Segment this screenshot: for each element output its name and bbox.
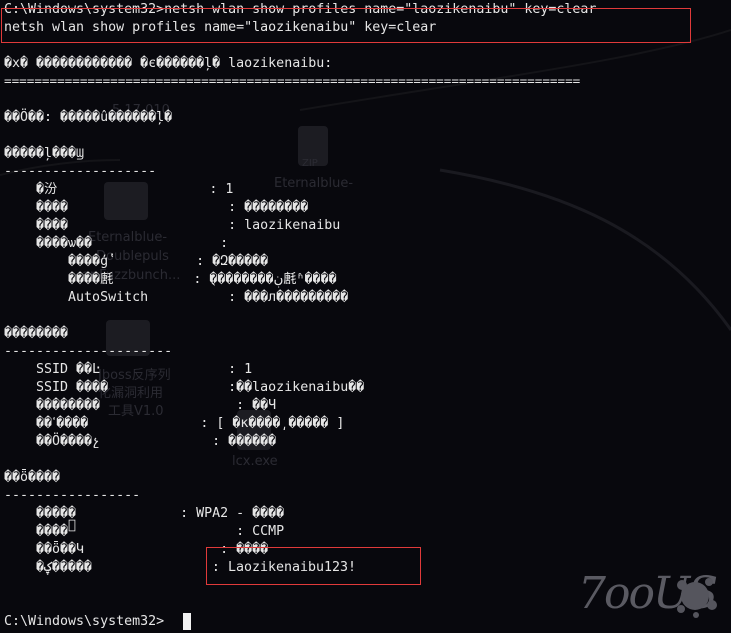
section-divider: --------------------- — [4, 344, 173, 359]
ssid-count-line: SSID ��Ŀ : 1 — [4, 362, 253, 377]
command-highlight-box — [1, 8, 691, 43]
profile-header-line: �х� ������������ �є������ļ� laozikenaibu… — [4, 56, 333, 71]
applied-line: ��Ӧ��: �����û������ļ� — [4, 110, 173, 125]
autoswitch-line: AutoSwitch : ���л��������� — [4, 290, 349, 305]
version-line: �汾 : 1 — [4, 182, 234, 197]
ssid-name-line: SSID ���� :��laozikenaibu�� — [4, 380, 365, 395]
section-divider: ------------------- — [4, 164, 157, 179]
text-cursor — [183, 613, 191, 630]
vendor-extension-line: ��Ӧ����չ : ������ — [4, 434, 277, 449]
radio-type-line: ��ߵ���� : [ �κ����͵����� ] — [4, 416, 345, 431]
network-type-line: �������� : ��Ч — [4, 398, 277, 413]
section-heading-connectivity: �������� — [4, 326, 69, 341]
type-line: ���� : �������� — [4, 200, 309, 215]
command-prompt[interactable]: C:\Windows\system32> — [4, 613, 164, 631]
command-prompt-console[interactable]: C:\Windows\system32>netsh wlan show prof… — [0, 0, 731, 633]
password-highlight-box — [206, 547, 421, 585]
authentication-line: �����֤ : WPA2 - ���� — [4, 506, 285, 521]
ink-splash-icon — [677, 578, 717, 618]
separator-line: ========================================… — [4, 73, 581, 88]
control-options-line: ����ѡ�� : — [4, 236, 229, 251]
cipher-line: ���� : CCMP — [4, 524, 285, 539]
section-heading-profile: �����ļ���Ϣ — [4, 146, 85, 161]
broadcast-line: ����㲥 : ֻ��������ڹ㲥ʱ���� — [4, 272, 337, 287]
section-heading-security: ��ȫ���� — [4, 470, 61, 485]
name-line: ���� : laozikenaibu — [4, 218, 341, 233]
section-divider: ----------------- — [4, 488, 141, 503]
connection-mode-line: ����ģʽ : �Զ����� — [4, 254, 269, 269]
